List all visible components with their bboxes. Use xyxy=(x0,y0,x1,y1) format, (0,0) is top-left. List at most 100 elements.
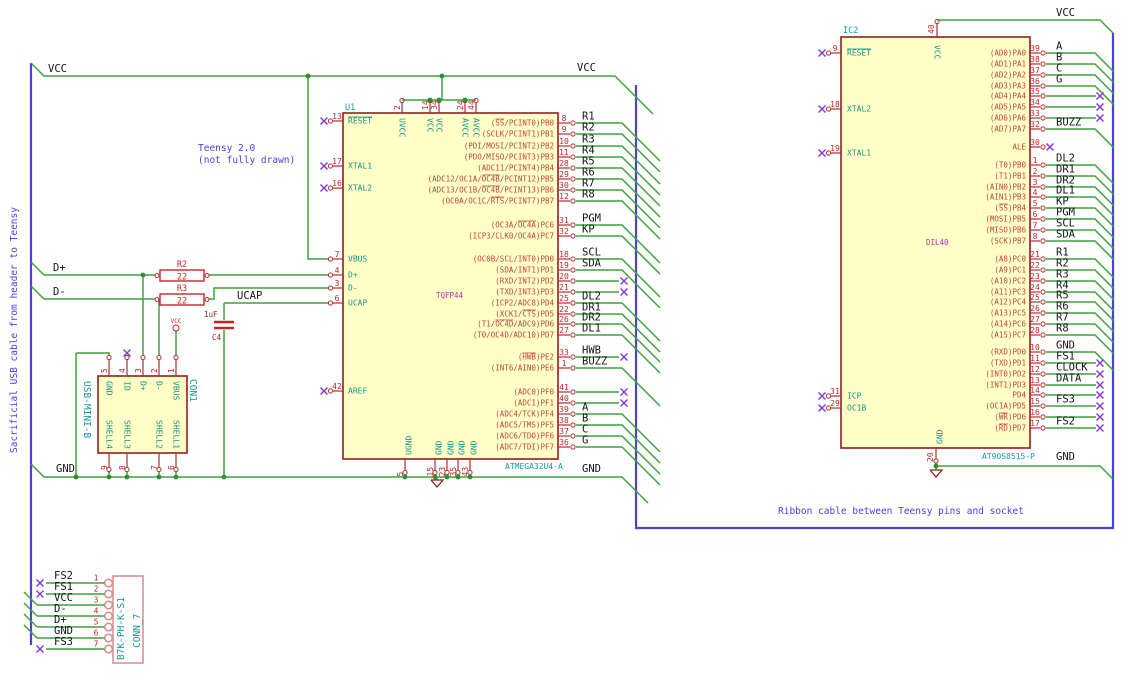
pin-name: RESET xyxy=(847,49,871,58)
net-label: G xyxy=(582,435,588,447)
wire xyxy=(30,261,155,276)
net-label: VCC xyxy=(577,62,596,74)
pin-name: VCC xyxy=(933,45,942,60)
pin-end xyxy=(327,256,334,262)
pin-number: 11 xyxy=(1030,354,1040,363)
pin-number: 9 xyxy=(833,44,838,53)
net-label: FS2 xyxy=(1056,416,1075,428)
junction-dot xyxy=(305,73,311,79)
resistor-reference: R3 xyxy=(177,284,187,294)
pin-name: GND xyxy=(435,440,444,455)
wire xyxy=(30,285,155,300)
pin-name: (A14)PC6 xyxy=(990,320,1027,329)
pin-number: 37 xyxy=(559,427,569,436)
pin-number: 31 xyxy=(830,387,840,396)
pin-socket xyxy=(103,611,114,621)
junction-dot xyxy=(221,474,227,480)
junction-dot xyxy=(402,474,408,480)
pin-number: 10 xyxy=(1030,343,1040,352)
wire xyxy=(576,424,661,464)
ground-symbol xyxy=(430,479,445,488)
pin-number: 40 xyxy=(927,24,936,34)
pin-end xyxy=(570,289,576,295)
pin-end xyxy=(570,187,576,193)
pin-name: (ADC0)PF0 xyxy=(513,388,554,397)
wire xyxy=(937,19,1114,34)
pin-name: UGND xyxy=(405,436,414,455)
pin-name: (ICP3/CLK0/OC4A)PC7 xyxy=(468,232,554,241)
pin-end xyxy=(570,400,576,406)
ic-value: AT90S8515-P xyxy=(982,452,1035,461)
pin-socket xyxy=(103,633,114,643)
pin-number: 25 xyxy=(1030,293,1040,302)
pin-end xyxy=(1040,256,1046,262)
pin-number: 20 xyxy=(926,452,935,462)
pin-number: 34 xyxy=(1030,98,1040,107)
pin-name: (RD)PD7 xyxy=(994,424,1026,433)
usb-connector-value: USB-MINI-B xyxy=(81,381,92,438)
pin-end xyxy=(1040,425,1046,431)
pin-number: 32 xyxy=(1030,120,1040,129)
pin-name: (SDA/INT1)PD1 xyxy=(495,266,554,275)
pin-number: 39 xyxy=(1030,44,1040,53)
junction-dot xyxy=(444,474,450,480)
pin-number: 27 xyxy=(559,326,569,335)
pin-end xyxy=(1040,392,1046,398)
annotation-note: Teensy 2.0 xyxy=(198,143,255,154)
pin-number: 1 xyxy=(167,368,176,373)
pin-end xyxy=(1040,173,1046,179)
pin-name: GND xyxy=(936,429,945,444)
pin-end xyxy=(1040,50,1046,56)
pin-number: 21 xyxy=(559,283,569,292)
capacitor-value: 1uF xyxy=(204,310,218,319)
header-value: B7K-PH-K-S1 xyxy=(116,597,127,660)
pin-number: 16 xyxy=(1030,408,1040,417)
pin-number: 6 xyxy=(1033,210,1038,219)
usb-connector-reference: CON1 xyxy=(187,379,198,402)
pin-number: 11 xyxy=(559,148,569,157)
pin-number: 38 xyxy=(1030,55,1040,64)
pin-name: (OC3A/OC4A)PC6 xyxy=(491,221,555,230)
pin-number: 1 xyxy=(94,574,99,583)
net-label: GND xyxy=(1056,451,1075,463)
wire xyxy=(576,367,661,407)
pin-number: 28 xyxy=(559,159,569,168)
pin-name: VCC xyxy=(435,118,444,133)
schematic-drawing: U1 ATMEGA32U4-A TQFP44 IC2 AT90S8515-P DIL40 8… xyxy=(9,7,1115,664)
pin-end xyxy=(173,354,179,361)
pin-number: 29 xyxy=(559,170,569,179)
net-label: D+ xyxy=(53,262,66,274)
pin-number: 3 xyxy=(1033,178,1038,187)
pin-name: XTAL2 xyxy=(847,105,871,114)
pin-name: (HWB)PE2 xyxy=(518,353,554,362)
pin-end xyxy=(570,365,576,371)
pin-number: 44 xyxy=(467,100,476,110)
pin-end xyxy=(570,165,576,171)
pin-name: (AD4)PA4 xyxy=(990,92,1027,101)
pin-number: 25 xyxy=(559,294,569,303)
pin-end xyxy=(570,267,576,273)
pin-name: (AD6)PA6 xyxy=(990,114,1027,123)
pin-number: 39 xyxy=(559,405,569,414)
pin-number: 31 xyxy=(559,216,569,225)
pin-number: 5 xyxy=(100,368,109,373)
pin-number: 6 xyxy=(335,294,340,303)
capacitor-reference: C4 xyxy=(212,333,222,342)
net-label: DL1 xyxy=(582,323,601,335)
pin-name: XTAL1 xyxy=(348,162,372,171)
pin-end xyxy=(327,300,334,306)
pin-number: 18 xyxy=(830,100,840,109)
pin-name: PD4 xyxy=(1012,391,1026,400)
pin-name: (SCK)PB7 xyxy=(990,237,1026,246)
vcc-power-symbol xyxy=(172,324,180,332)
pin-end xyxy=(570,311,576,317)
net-label: SDA xyxy=(1056,229,1076,241)
pin-name: RESET xyxy=(348,117,372,126)
pin-number: 6 xyxy=(94,629,99,638)
pin-name: ICP xyxy=(847,392,862,401)
pin-end xyxy=(1040,403,1046,409)
pin-number: 22 xyxy=(559,305,569,314)
pin-number: 22 xyxy=(1030,261,1040,270)
pin-end xyxy=(1040,238,1046,244)
junction-dot xyxy=(173,474,179,480)
